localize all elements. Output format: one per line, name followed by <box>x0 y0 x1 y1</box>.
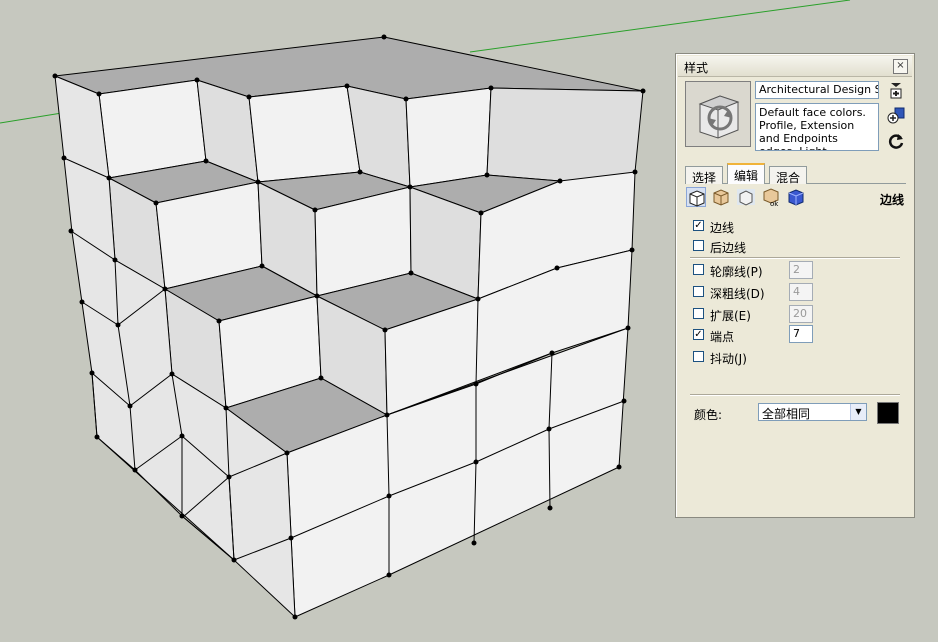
back-edges-checkbox[interactable] <box>693 240 704 251</box>
watermark-settings-icon[interactable]: ok <box>761 187 781 208</box>
edges-checkbox[interactable]: ✓ <box>693 220 704 231</box>
face <box>98 79 207 179</box>
extension-input[interactable]: 20 <box>789 305 813 323</box>
color-mode-value: 全部相同 <box>762 407 811 421</box>
separator <box>690 394 900 396</box>
face-settings-icon[interactable] <box>711 187 731 207</box>
update-style-icon[interactable] <box>887 132 905 150</box>
back-edges-label: 后边线 <box>710 241 747 255</box>
modeling-settings-icon[interactable] <box>786 187 806 207</box>
separator <box>690 257 900 259</box>
add-style-icon[interactable] <box>887 106 905 124</box>
extension-checkbox[interactable] <box>693 308 704 319</box>
color-label: 颜色: <box>694 408 723 422</box>
style-tabs: 选择 编辑 混合 <box>685 161 906 185</box>
endpoints-checkbox[interactable]: ✓ <box>693 329 704 340</box>
close-button[interactable]: × <box>893 59 908 74</box>
profiles-width-input[interactable]: 2 <box>789 261 813 279</box>
background-settings-icon[interactable] <box>736 187 756 207</box>
color-mode-select[interactable]: 全部相同 ▼ <box>758 403 867 421</box>
panel-titlebar[interactable]: 样式 × <box>678 56 912 77</box>
depth-cue-input[interactable]: 4 <box>789 283 813 301</box>
chevron-down-icon[interactable]: ▼ <box>850 404 866 420</box>
depth-cue-label: 深粗线(D) <box>710 287 765 301</box>
jitter-label: 抖动(J) <box>710 352 747 366</box>
style-name-field[interactable]: Architectural Design Style <box>755 81 879 99</box>
jitter-checkbox[interactable] <box>693 351 704 362</box>
style-thumbnail-icon[interactable] <box>685 81 751 147</box>
style-description-field[interactable]: Default face colors. Profile, Extension … <box>755 103 879 151</box>
profiles-checkbox[interactable] <box>693 264 704 275</box>
svg-text:ok: ok <box>770 200 779 207</box>
edge-settings-icon[interactable] <box>686 187 706 207</box>
endpoints-label: 端点 <box>710 330 735 344</box>
edges-label: 边线 <box>710 221 735 235</box>
edge-color-swatch[interactable] <box>877 402 899 424</box>
panel-title: 样式 <box>684 61 709 75</box>
stepped-cube-model[interactable] <box>54 36 644 618</box>
face <box>248 85 361 183</box>
extension-label: 扩展(E) <box>710 309 751 323</box>
section-title: 边线 <box>879 193 904 207</box>
profiles-label: 轮廓线(P) <box>710 265 763 279</box>
tab-edit[interactable]: 编辑 <box>727 163 766 184</box>
styles-panel: 样式 × Architectural Design Style Default … <box>675 53 915 518</box>
tab-select[interactable]: 选择 <box>685 166 724 185</box>
create-style-icon[interactable] <box>887 81 905 99</box>
face <box>405 87 492 188</box>
edit-toolbar: ok 边线 <box>686 187 906 209</box>
tab-mix[interactable]: 混合 <box>769 166 808 185</box>
endpoints-input[interactable]: 7 <box>789 325 813 343</box>
depth-cue-checkbox[interactable] <box>693 286 704 297</box>
